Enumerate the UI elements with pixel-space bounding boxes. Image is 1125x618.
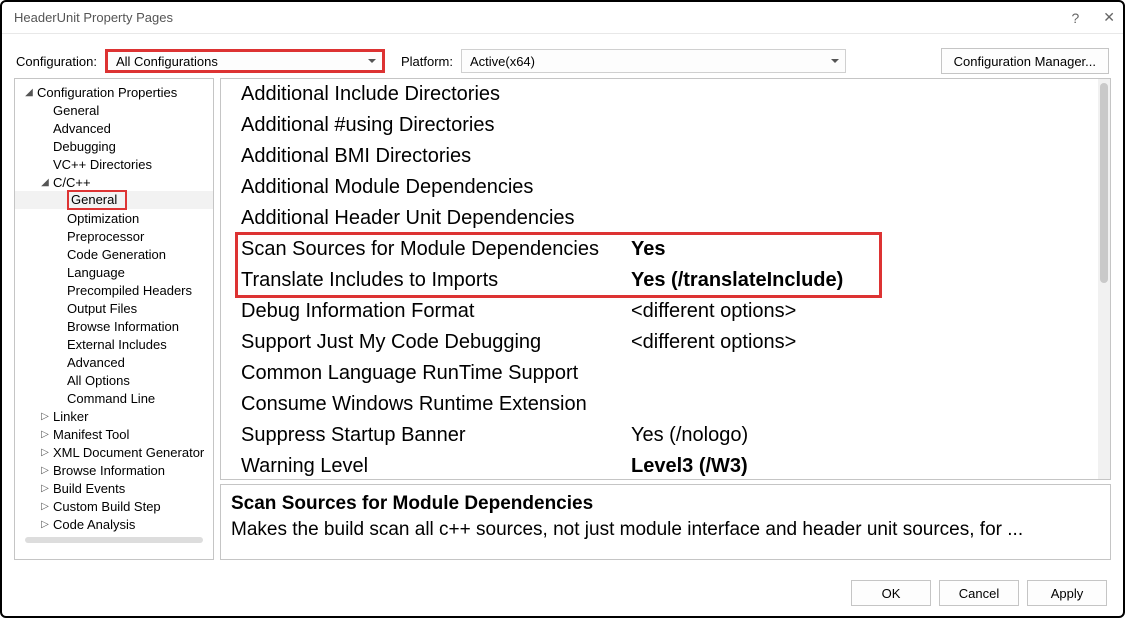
tree-item-debugging[interactable]: Debugging — [15, 137, 213, 155]
configuration-manager-button[interactable]: Configuration Manager... — [941, 48, 1109, 74]
property-name: Warning Level — [241, 455, 631, 478]
expand-icon[interactable]: ▷ — [37, 501, 53, 512]
expand-icon[interactable]: ▷ — [37, 447, 53, 458]
tree-item-browse-information[interactable]: ▷Browse Information — [15, 461, 213, 479]
tree-item-cpp-browse-information[interactable]: Browse Information — [15, 317, 213, 335]
platform-dropdown[interactable]: Active(x64) — [461, 49, 846, 73]
tree-item-advanced[interactable]: Advanced — [15, 119, 213, 137]
right-pane: Additional Include Directories Additional… — [220, 78, 1111, 560]
property-value[interactable]: Level3 (/W3) — [631, 455, 1098, 478]
property-row[interactable]: Common Language RunTime Support — [221, 358, 1098, 389]
collapse-icon[interactable]: ◢ — [37, 177, 53, 188]
property-name: Suppress Startup Banner — [241, 424, 631, 447]
tree-item-manifest-tool[interactable]: ▷Manifest Tool — [15, 425, 213, 443]
property-row[interactable]: Consume Windows Runtime Extension — [221, 389, 1098, 420]
property-name: Additional Include Directories — [241, 83, 631, 106]
window-title: HeaderUnit Property Pages — [14, 10, 173, 25]
property-name: Additional Module Dependencies — [241, 176, 631, 199]
description-body: Makes the build scan all c++ sources, no… — [231, 519, 1100, 541]
tree-scrollbar-horizontal[interactable] — [25, 537, 203, 543]
tree-item-cpp-code-generation[interactable]: Code Generation — [15, 245, 213, 263]
property-value[interactable]: Yes — [631, 238, 1098, 261]
tree-item-xml-document-generator[interactable]: ▷XML Document Generator — [15, 443, 213, 461]
expand-icon[interactable]: ▷ — [37, 411, 53, 422]
tree-root[interactable]: ◢ Configuration Properties — [15, 83, 213, 101]
tree-item-general[interactable]: General — [15, 101, 213, 119]
property-row[interactable]: Additional Header Unit Dependencies — [221, 203, 1098, 234]
apply-button[interactable]: Apply — [1027, 580, 1107, 606]
configuration-dropdown[interactable]: All Configurations — [105, 49, 385, 73]
property-value[interactable]: <different options> — [631, 300, 1098, 323]
property-name: Scan Sources for Module Dependencies — [241, 238, 631, 261]
description-title: Scan Sources for Module Dependencies — [231, 493, 1100, 515]
expand-icon[interactable]: ▷ — [37, 465, 53, 476]
tree-label: Configuration Properties — [37, 85, 177, 100]
cancel-button[interactable]: Cancel — [939, 580, 1019, 606]
footer: OK Cancel Apply — [851, 580, 1107, 606]
property-row[interactable]: Scan Sources for Module DependenciesYes — [221, 234, 1098, 265]
tree-item-cpp-all-options[interactable]: All Options — [15, 371, 213, 389]
tree-item-cpp-preprocessor[interactable]: Preprocessor — [15, 227, 213, 245]
property-name: Support Just My Code Debugging — [241, 331, 631, 354]
property-grid[interactable]: Additional Include Directories Additional… — [220, 78, 1111, 480]
tree-item-vcpp-directories[interactable]: VC++ Directories — [15, 155, 213, 173]
property-row[interactable]: Additional Module Dependencies — [221, 172, 1098, 203]
tree-item-linker[interactable]: ▷Linker — [15, 407, 213, 425]
expand-icon[interactable]: ▷ — [37, 519, 53, 530]
tree-item-cpp-language[interactable]: Language — [15, 263, 213, 281]
property-value[interactable]: Yes (/translateInclude) — [631, 269, 1098, 292]
tree-item-cpp[interactable]: ◢ C/C++ — [15, 173, 213, 191]
tree-item-cpp-output-files[interactable]: Output Files — [15, 299, 213, 317]
titlebar: HeaderUnit Property Pages ? ✕ — [2, 2, 1123, 34]
collapse-icon[interactable]: ◢ — [21, 87, 37, 98]
tree-pane[interactable]: ◢ Configuration Properties General Advan… — [14, 78, 214, 560]
configuration-value: All Configurations — [116, 54, 218, 69]
content: ◢ Configuration Properties General Advan… — [14, 78, 1111, 560]
platform-label: Platform: — [401, 54, 453, 69]
property-name: Common Language RunTime Support — [241, 362, 631, 385]
property-row[interactable]: Suppress Startup BannerYes (/nologo) — [221, 420, 1098, 451]
window-controls: ? ✕ — [1071, 9, 1115, 26]
property-name: Additional Header Unit Dependencies — [241, 207, 631, 230]
property-row[interactable]: Additional Include Directories — [221, 79, 1098, 110]
property-name: Debug Information Format — [241, 300, 631, 323]
property-row[interactable]: Translate Includes to ImportsYes (/trans… — [221, 265, 1098, 296]
tree-item-build-events[interactable]: ▷Build Events — [15, 479, 213, 497]
tree-item-cpp-command-line[interactable]: Command Line — [15, 389, 213, 407]
tree-item-cpp-precompiled-headers[interactable]: Precompiled Headers — [15, 281, 213, 299]
property-row[interactable]: Additional BMI Directories — [221, 141, 1098, 172]
property-name: Consume Windows Runtime Extension — [241, 393, 631, 416]
property-row[interactable]: Warning LevelLevel3 (/W3) — [221, 451, 1098, 479]
tree-item-cpp-external-includes[interactable]: External Includes — [15, 335, 213, 353]
property-name: Additional BMI Directories — [241, 145, 631, 168]
tree-item-cpp-optimization[interactable]: Optimization — [15, 209, 213, 227]
close-icon[interactable]: ✕ — [1103, 9, 1115, 26]
config-bar: Configuration: All Configurations Platfo… — [2, 34, 1123, 80]
property-name: Additional #using Directories — [241, 114, 631, 137]
configuration-label: Configuration: — [16, 54, 97, 69]
ok-button[interactable]: OK — [851, 580, 931, 606]
expand-icon[interactable]: ▷ — [37, 483, 53, 494]
property-row[interactable]: Support Just My Code Debugging<different… — [221, 327, 1098, 358]
property-name: Translate Includes to Imports — [241, 269, 631, 292]
property-value[interactable]: <different options> — [631, 331, 1098, 354]
platform-value: Active(x64) — [470, 54, 535, 69]
scrollbar-thumb[interactable] — [1100, 83, 1108, 283]
tree-item-cpp-advanced[interactable]: Advanced — [15, 353, 213, 371]
description-pane: Scan Sources for Module Dependencies Mak… — [220, 484, 1111, 560]
property-value[interactable]: Yes (/nologo) — [631, 424, 1098, 447]
help-icon[interactable]: ? — [1071, 10, 1079, 26]
expand-icon[interactable]: ▷ — [37, 429, 53, 440]
property-row[interactable]: Additional #using Directories — [221, 110, 1098, 141]
tree-item-cpp-general[interactable]: General — [15, 191, 213, 209]
tree-item-custom-build-step[interactable]: ▷Custom Build Step — [15, 497, 213, 515]
tree-item-code-analysis[interactable]: ▷Code Analysis — [15, 515, 213, 533]
tree-label: C/C++ — [53, 175, 91, 190]
property-row[interactable]: Debug Information Format<different optio… — [221, 296, 1098, 327]
scrollbar-vertical[interactable] — [1098, 79, 1110, 479]
